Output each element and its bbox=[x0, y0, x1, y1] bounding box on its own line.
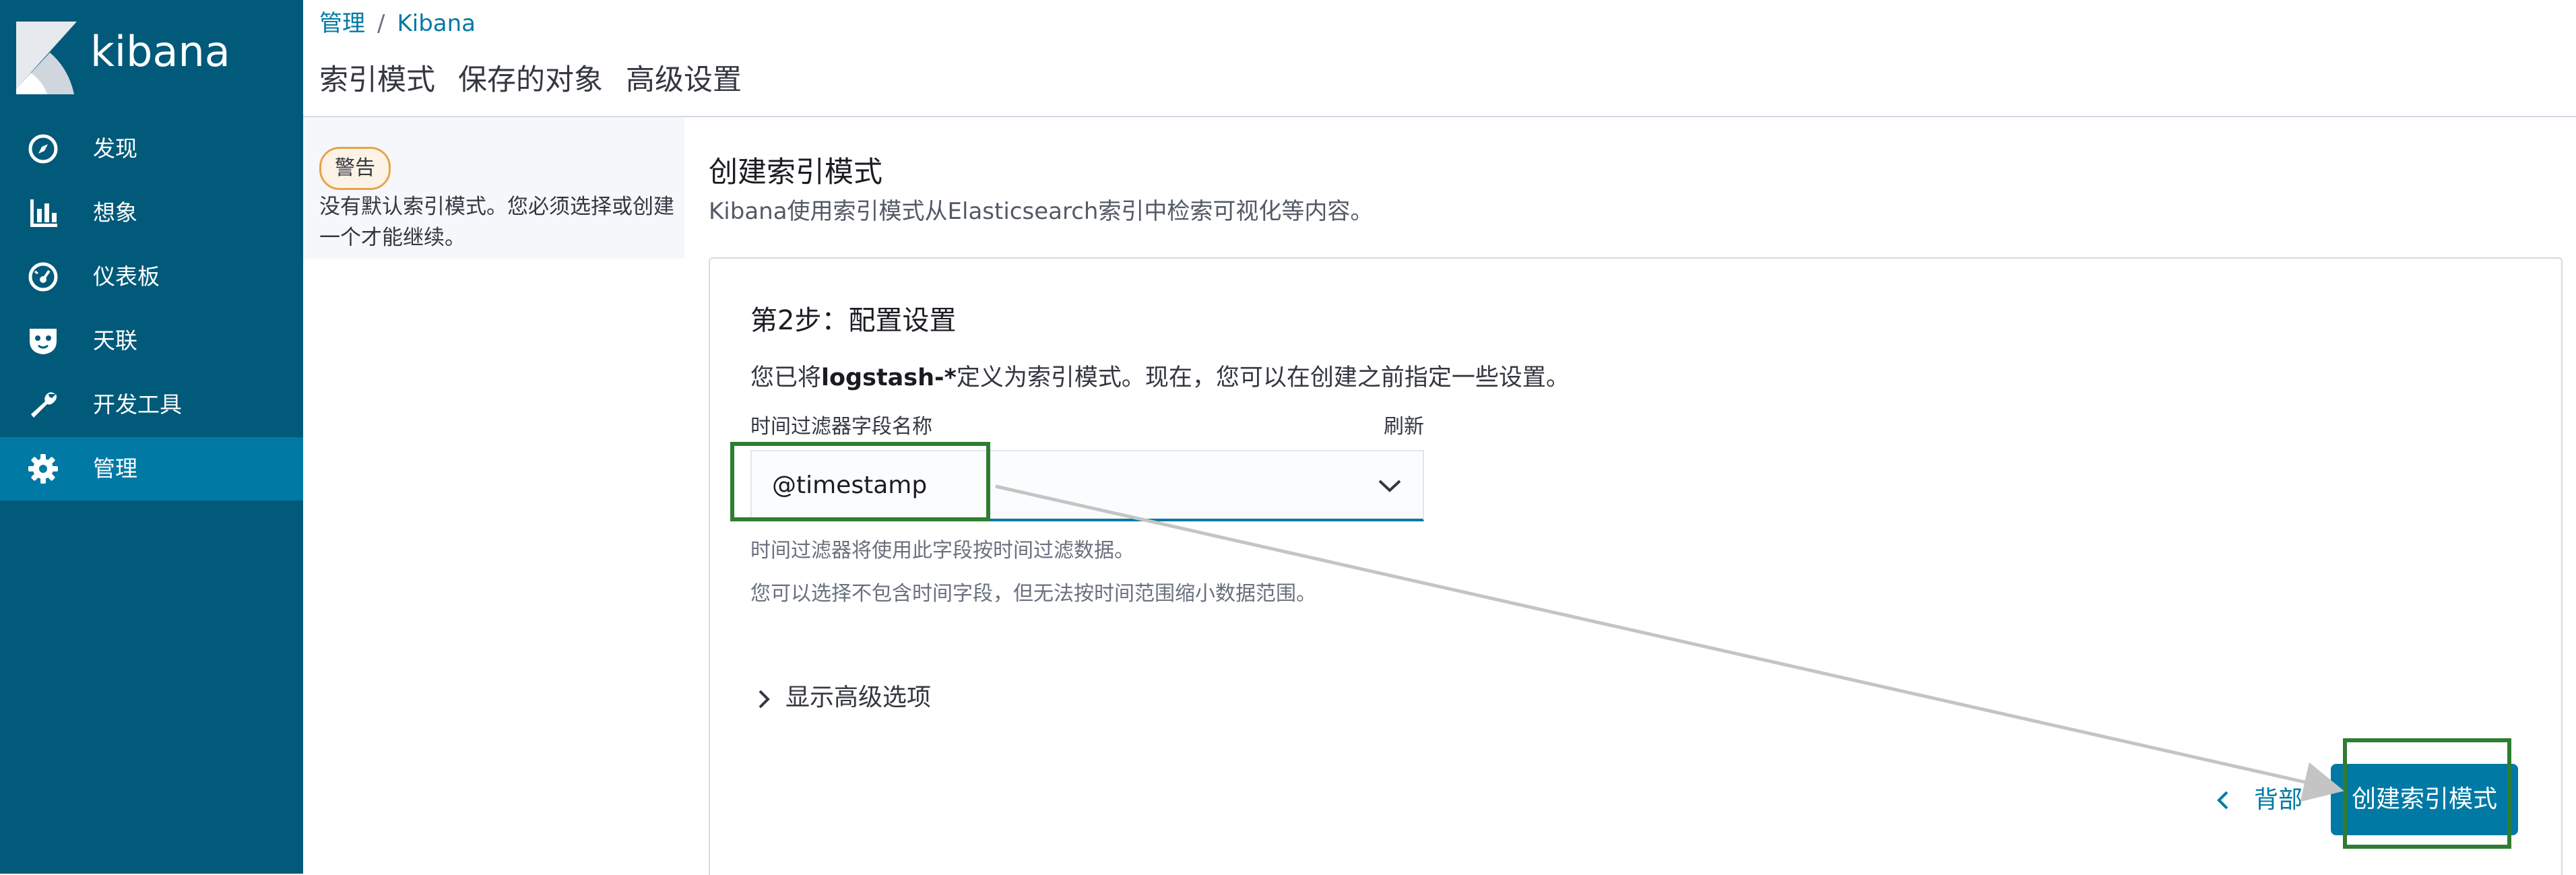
annotation-arrow bbox=[995, 484, 2344, 802]
